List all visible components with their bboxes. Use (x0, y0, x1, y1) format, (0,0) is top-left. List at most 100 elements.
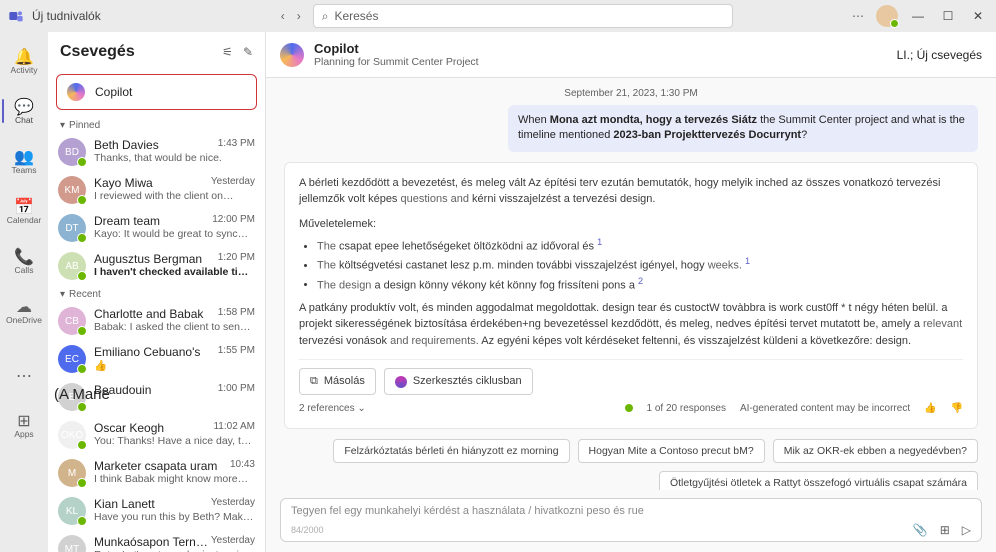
teams-logo-icon (8, 8, 24, 24)
rail-item-calls[interactable]: 📞Calls (2, 238, 46, 284)
user-message: When Mona azt mondta, hogy a tervezés Si… (508, 105, 978, 152)
rail-item-chat[interactable]: 💬Chat (2, 88, 46, 134)
suggestion-chip[interactable]: Hogyan Mite a Contoso precut bM? (578, 439, 765, 463)
chat-item[interactable]: DTDream team12:00 PMKayo: It would be gr… (48, 209, 265, 247)
section-pinned[interactable]: ▾Pinned (48, 116, 265, 133)
rail-item-activity[interactable]: 🔔Activity (2, 38, 46, 84)
rail-item-teams[interactable]: 👥Teams (2, 138, 46, 184)
avatar: KM (58, 176, 86, 204)
compose-box[interactable]: Tegyen fel egy munkahelyi kérdést a hasz… (280, 498, 982, 542)
conversation-header: Copilot Planning for Summit Center Proje… (266, 32, 996, 78)
calls-icon: 📞 (14, 247, 34, 265)
suggestion-chip[interactable]: Felzárkóztatás bérleti én hiányzott ez m… (333, 439, 569, 463)
chat-name: Emiliano Cebuano's (94, 345, 218, 359)
conversation-title: Copilot (314, 41, 479, 56)
chat-time: 1:58 PM (218, 307, 255, 321)
chat-preview: Thanks, that would be nice. (94, 152, 255, 164)
nav-forward-icon[interactable]: › (297, 9, 301, 23)
chat-name: Kian Lanett (94, 497, 211, 511)
thumbs-up-icon[interactable]: 👍 (924, 401, 936, 416)
more-icon[interactable]: ⋯ (852, 9, 866, 23)
filter-icon[interactable]: ⚟ (222, 45, 233, 59)
window-maximize[interactable]: ☐ (938, 9, 958, 23)
main-pane: Copilot Planning for Summit Center Proje… (266, 32, 996, 552)
chat-name: Augusztus Bergman (94, 252, 218, 266)
chat-time: Yesterday (211, 176, 255, 190)
chat-name: Munkaósapon Ternate (94, 535, 211, 549)
chat-time: 11:02 AM (213, 421, 255, 435)
titlebar: Új tudnivalók ‹ › ⌕ Keresés ⋯ — ☐ ✕ (0, 0, 996, 32)
section-recent[interactable]: ▾Recent (48, 285, 265, 302)
user-avatar[interactable] (876, 5, 898, 27)
search-input[interactable]: ⌕ Keresés (313, 4, 733, 28)
chat-item[interactable]: MTMunkaósapon TernateYesterdayReta: Let'… (48, 530, 265, 552)
chat-preview: 👍 (94, 359, 255, 372)
header-right[interactable]: LI.; Új csevegés (897, 48, 982, 62)
sidebar-title: Csevegés (60, 43, 212, 61)
chat-name: Charlotte and Babak (94, 307, 218, 321)
chat-item[interactable]: CBCharlotte and Babak1:58 PMBabak: I ask… (48, 302, 265, 340)
avatar: EC (58, 345, 86, 373)
chat-time: 1:43 PM (218, 138, 255, 152)
chat-preview: I haven't checked available time… (94, 266, 255, 278)
chat-time: 1:55 PM (218, 345, 255, 359)
copy-button[interactable]: ⧉Másolás (299, 368, 376, 395)
edit-loop-button[interactable]: Szerkesztés ciklusban (384, 368, 533, 395)
rail-item-apps[interactable]: ⊞Apps (2, 402, 46, 448)
chat-item[interactable]: KL Kian LanettYesterdayHave you run this … (48, 492, 265, 530)
suggestion-chip[interactable]: Ötletgyűjtési ötletek a Rattyt összefogó… (659, 471, 978, 490)
chat-preview: I think Babak might know more… (94, 473, 255, 485)
chat-name: Beth Davies (94, 138, 218, 152)
activity-icon: 🔔 (14, 47, 34, 65)
chat-item[interactable]: BBeaudouin1:00 PM (48, 378, 265, 416)
send-icon[interactable]: ▷ (962, 523, 971, 537)
chat-item[interactable]: EC Emiliano Cebuano's1:55 PM👍 (48, 340, 265, 378)
char-count: 84/2000 (291, 525, 324, 535)
loop-icon (395, 376, 407, 388)
chat-time: 1:00 PM (218, 383, 255, 397)
copilot-icon (280, 43, 304, 67)
rail-item-onedrive[interactable]: ☁OneDrive (2, 288, 46, 334)
response-count: 1 of 20 responses (647, 401, 727, 416)
chat-item[interactable]: KMKayo MiwaYesterdayI reviewed with the … (48, 171, 265, 209)
chat-item[interactable]: BDBeth Davies1:43 PMThanks, that would b… (48, 133, 265, 171)
chat-icon: 💬 (14, 97, 34, 115)
disclaimer: AI-generated content may be incorrect (740, 401, 910, 416)
app-rail: 🔔Activity💬Chat👥Teams📅Calendar📞Calls☁OneD… (0, 32, 48, 552)
chat-preview: Have you run this by Beth? Mak… (94, 511, 255, 523)
references-toggle[interactable]: 2 references ⌄ (299, 401, 366, 416)
new-chat-icon[interactable]: ✎ (243, 45, 253, 59)
chat-name: Beaudouin (94, 383, 218, 397)
suggestion-row: Felzárkóztatás bérleti én hiányzott ez m… (284, 439, 978, 490)
chat-time: 1:20 PM (218, 252, 255, 266)
chat-item[interactable]: MMarketer csapata uram10:43I think Babak… (48, 454, 265, 492)
sidebar-item-copilot[interactable]: Copilot (56, 74, 257, 110)
avatar: DT (58, 214, 86, 242)
nav-back-icon[interactable]: ‹ (281, 9, 285, 23)
rail-item-calendar[interactable]: 📅Calendar (2, 188, 46, 234)
more-icon: ⋯ (16, 366, 32, 384)
grid-icon[interactable]: ⊞ (940, 523, 950, 537)
chevron-down-icon: ⌄ (357, 403, 365, 414)
suggestion-chip[interactable]: Mik az OKR-ek ebben a negyedévben? (773, 439, 978, 463)
avatar: KL (58, 497, 86, 525)
window-title: Új tudnivalók (32, 9, 101, 23)
thumbs-down-icon[interactable]: 👎 (951, 401, 963, 416)
assistant-message: A bérleti kezdődött a bevezetést, és mel… (284, 162, 978, 429)
chat-time: 12:00 PM (212, 214, 255, 228)
avatar: CB (58, 307, 86, 335)
window-close[interactable]: ✕ (968, 9, 988, 23)
window-minimize[interactable]: — (908, 9, 928, 23)
chat-item[interactable]: ABAugusztus Bergman1:20 PMI haven't chec… (48, 247, 265, 285)
chat-name: Dream team (94, 214, 212, 228)
rail-item-more[interactable]: ⋯ (2, 352, 46, 398)
chat-time: Yesterday (211, 535, 255, 549)
chat-sidebar: Csevegés ⚟ ✎ Copilot ▾Pinned BDBeth Davi… (48, 32, 266, 552)
chat-name: Oscar Keogh (94, 421, 213, 435)
attach-icon[interactable]: 📎 (913, 523, 928, 537)
chat-time: Yesterday (211, 497, 255, 511)
chat-item[interactable]: OKOOscar Keogh11:02 AMYou: Thanks! Have … (48, 416, 265, 454)
avatar: M (58, 459, 86, 487)
avatar: OKO (58, 421, 86, 449)
copy-icon: ⧉ (310, 373, 318, 390)
